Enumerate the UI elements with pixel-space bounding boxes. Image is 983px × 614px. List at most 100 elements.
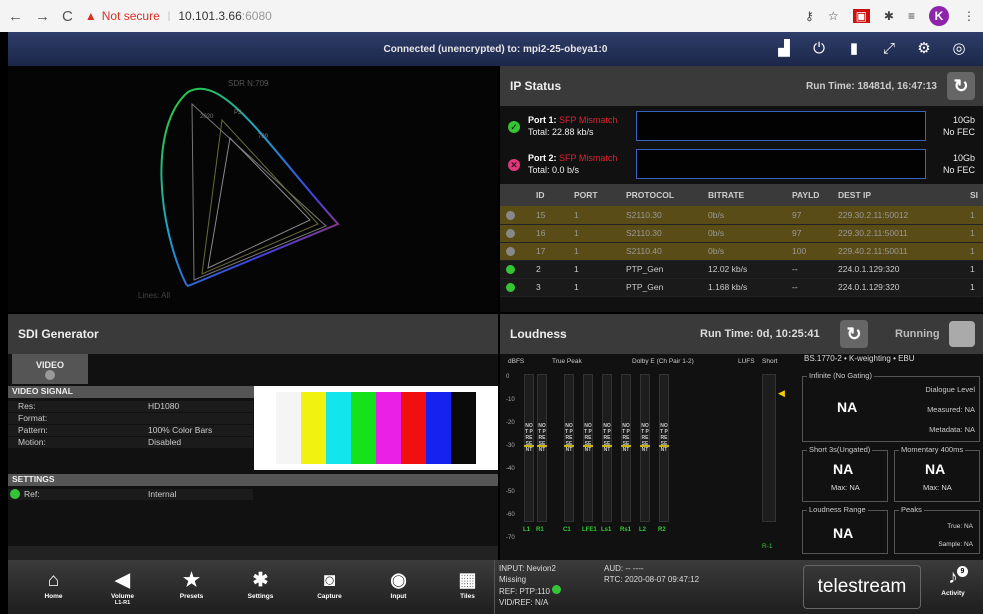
ref-status: REF: PTP:110 bbox=[499, 587, 550, 596]
keyboard-icon[interactable]: ▟ bbox=[774, 38, 794, 58]
ip-status-pane: IP Status Run Time: 18481d, 16:47:13 ↻ ✓… bbox=[500, 66, 983, 312]
input-missing: Missing bbox=[499, 575, 527, 584]
short-channel: R-1 bbox=[762, 543, 773, 550]
not-present-label: NOT PRESENT bbox=[603, 423, 611, 453]
sdi-row-pattern: Pattern: 100% Color Bars bbox=[8, 425, 253, 436]
table-row[interactable]: 17 1 S2110.40 0b/s 100 229.40.2.11:50011 1 bbox=[500, 242, 983, 261]
port2-status: SFP Mismatch bbox=[559, 153, 618, 163]
profile-avatar[interactable]: K bbox=[929, 6, 949, 26]
col-payld[interactable]: PAYLD bbox=[786, 184, 832, 206]
warning-icon[interactable]: ▲ bbox=[85, 9, 97, 23]
port1-status: SFP Mismatch bbox=[559, 115, 618, 125]
dock-input-button[interactable]: ◉ Input bbox=[375, 569, 422, 606]
cell: S2110.40 bbox=[620, 242, 702, 261]
gamut-709 bbox=[207, 136, 311, 269]
infinite-value: NA bbox=[837, 399, 858, 415]
fullscreen-icon[interactable]: ⤢ bbox=[879, 38, 899, 58]
star-icon[interactable]: ☆ bbox=[828, 9, 839, 23]
color-bar bbox=[276, 392, 301, 464]
menu-icon[interactable]: ⋮ bbox=[963, 9, 975, 23]
table-row[interactable]: 15 1 S2110.30 0b/s 97 229.30.2.11:50012 1 bbox=[500, 206, 983, 225]
range-title: Loudness Range bbox=[807, 505, 868, 514]
disconnect-icon[interactable]: ◎ bbox=[949, 38, 969, 58]
reference-line bbox=[659, 445, 669, 447]
address-bar[interactable]: 10.101.3.66:6080 bbox=[178, 9, 271, 23]
clipboard-icon[interactable]: ▮ bbox=[844, 38, 864, 58]
input-line: INPUT: Nevion2 bbox=[499, 564, 556, 573]
forward-icon[interactable]: → bbox=[35, 8, 50, 25]
stream-table: ID PORT PROTOCOL BITRATE PAYLD DEST IP S… bbox=[500, 184, 983, 297]
port2-speed: 10Gb bbox=[952, 153, 975, 163]
dock-settings-button[interactable]: ✱ Settings bbox=[237, 569, 284, 606]
ip-run-time: Run Time: 18481d, 16:47:13 bbox=[806, 80, 937, 92]
cell: 97 bbox=[786, 206, 832, 225]
col-port[interactable]: PORT bbox=[568, 184, 620, 206]
scale-tick: -10 bbox=[506, 397, 515, 403]
pattern-preview bbox=[254, 386, 498, 470]
reference-line bbox=[537, 445, 547, 447]
port2-row: ✕ Port 2: SFP Mismatch Total: 0.0 b/s 10G… bbox=[500, 146, 983, 186]
running-state: Running bbox=[895, 328, 940, 340]
tiles-icon: ▦ bbox=[458, 569, 477, 591]
reset-icon[interactable]: ↻ bbox=[947, 72, 975, 100]
color-bar bbox=[351, 392, 376, 464]
res-value: HD1080 bbox=[148, 401, 180, 411]
key-icon[interactable]: ⚷ bbox=[805, 9, 814, 23]
dock-volume-button[interactable]: ◀ Volume L1-R1 bbox=[99, 569, 146, 606]
col-protocol[interactable]: PROTOCOL bbox=[620, 184, 702, 206]
channel-label: LFE1 bbox=[582, 527, 597, 533]
not-present-label: NOT PRESENT bbox=[525, 423, 533, 453]
reading-list-icon[interactable]: ≡ bbox=[908, 9, 915, 23]
channel-label: R2 bbox=[658, 527, 666, 533]
extensions-icon[interactable]: ✱ bbox=[884, 9, 894, 23]
loudness-run-time: Run Time: 0d, 10:25:41 bbox=[700, 328, 820, 340]
col-dest-ip[interactable]: DEST IP bbox=[832, 184, 964, 206]
extension-pdf-icon[interactable]: ▣ bbox=[852, 9, 870, 23]
video-tab[interactable]: VIDEO bbox=[12, 354, 88, 384]
port2-label: Port 2: bbox=[528, 153, 557, 163]
table-row[interactable]: 2 1 PTP_Gen 12.02 kb/s -- 224.0.1.129:320 1 bbox=[500, 260, 983, 279]
scale-tick: 0 bbox=[506, 374, 510, 380]
security-label[interactable]: Not secure bbox=[102, 9, 160, 23]
infinite-title: Infinite (No Gating) bbox=[807, 371, 874, 380]
reset-loudness-icon[interactable]: ↻ bbox=[840, 320, 868, 348]
reload-icon[interactable]: C bbox=[62, 8, 73, 25]
col-bitrate[interactable]: BITRATE bbox=[702, 184, 786, 206]
cell: 12.02 kb/s bbox=[702, 260, 786, 279]
cell: 15 bbox=[530, 206, 568, 225]
channel-meter: NOT PRESENT Rs1 bbox=[620, 374, 631, 533]
dock-tiles-button[interactable]: ▦ Tiles bbox=[444, 569, 491, 606]
cell: 224.0.1.129:320 bbox=[832, 278, 964, 297]
infinite-box: Infinite (No Gating) NA Dialogue Level M… bbox=[802, 371, 980, 442]
col-si[interactable]: SI bbox=[964, 184, 983, 206]
cell: 0b/s bbox=[702, 224, 786, 243]
cell: 0b/s bbox=[702, 206, 786, 225]
back-icon[interactable]: ← bbox=[8, 8, 23, 25]
run-stop-button[interactable] bbox=[949, 321, 975, 347]
cell: 1 bbox=[964, 206, 983, 225]
col-id[interactable]: ID bbox=[530, 184, 568, 206]
dock-capture-button[interactable]: ◙ Capture bbox=[306, 569, 353, 606]
home-icon: ⌂ bbox=[47, 569, 60, 591]
cell: 3 bbox=[530, 278, 568, 297]
cell: 1 bbox=[568, 242, 620, 261]
settings-icon[interactable]: ⚙ bbox=[914, 38, 934, 58]
short3s-value: NA bbox=[833, 461, 854, 477]
gamut-label: SDR N:709 bbox=[228, 79, 269, 88]
mark-709: 709 bbox=[258, 134, 269, 140]
table-row[interactable]: 3 1 PTP_Gen 1.168 kb/s -- 224.0.1.129:320 1 bbox=[500, 278, 983, 297]
cell: 229.30.2.11:50011 bbox=[832, 224, 964, 243]
presets-icon: ★ bbox=[182, 569, 201, 591]
activity-button[interactable]: ♪ 9 Activity bbox=[933, 566, 973, 597]
table-row[interactable]: 16 1 S2110.30 0b/s 97 229.30.2.11:50011 1 bbox=[500, 224, 983, 243]
check-icon bbox=[552, 585, 562, 594]
ref-value: Internal bbox=[148, 489, 177, 499]
check-icon bbox=[506, 283, 515, 293]
port2-fec: No FEC bbox=[942, 165, 975, 175]
dock-presets-button[interactable]: ★ Presets bbox=[168, 569, 215, 606]
cell: 1 bbox=[964, 278, 983, 297]
power-icon[interactable]: ⏻ bbox=[809, 38, 829, 58]
dock-home-button[interactable]: ⌂ Home bbox=[30, 569, 77, 606]
cell: 2 bbox=[530, 260, 568, 279]
volume-icon: ◀ bbox=[115, 569, 130, 591]
